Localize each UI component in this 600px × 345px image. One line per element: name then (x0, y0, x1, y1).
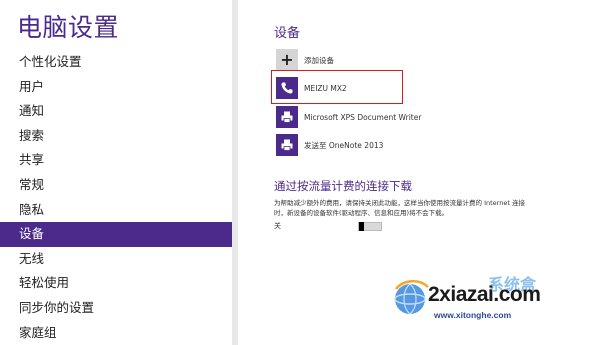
sidebar: 电脑设置 个性化设置 用户 通知 搜索 共享 常规 隐私 设备 无线 轻松使用 … (0, 0, 232, 345)
add-device-button[interactable]: + 添加设备 (276, 46, 334, 74)
printer-icon (276, 134, 298, 156)
sidebar-item-sync-settings[interactable]: 同步你的设置 (0, 296, 232, 321)
device-label: MEIZU MX2 (304, 83, 347, 93)
nav-list: 个性化设置 用户 通知 搜索 共享 常规 隐私 设备 无线 轻松使用 同步你的设… (0, 50, 232, 345)
device-label: Microsoft XPS Document Writer (304, 112, 422, 122)
toggle-state-label: 关 (274, 222, 281, 230)
sidebar-item-privacy[interactable]: 隐私 (0, 198, 232, 223)
sidebar-item-ease-of-access[interactable]: 轻松使用 (0, 271, 232, 296)
metered-connection-description: 为帮助减少额外的费用，请保持关闭此功能，这样当你使用按流量计费的 Interne… (274, 199, 525, 217)
watermark-text: 2xiazai.com (428, 283, 541, 306)
section-title-devices: 设备 (274, 26, 301, 41)
sidebar-item-homegroup[interactable]: 家庭组 (0, 321, 232, 345)
sidebar-item-general[interactable]: 常规 (0, 173, 232, 198)
sidebar-item-users[interactable]: 用户 (0, 75, 232, 100)
metered-download-toggle[interactable] (358, 221, 382, 231)
sidebar-item-search[interactable]: 搜索 (0, 124, 232, 149)
device-label: 发送至 OneNote 2013 (304, 140, 384, 150)
sidebar-item-notifications[interactable]: 通知 (0, 99, 232, 124)
printer-icon (276, 106, 298, 128)
device-item-xps-writer[interactable]: Microsoft XPS Document Writer (276, 103, 421, 131)
device-item-onenote[interactable]: 发送至 OneNote 2013 (276, 131, 383, 159)
sidebar-item-share[interactable]: 共享 (0, 148, 232, 173)
sidebar-item-wireless[interactable]: 无线 (0, 247, 232, 272)
add-device-label: 添加设备 (304, 55, 334, 65)
metered-connection-title: 通过按流量计费的连接下载 (274, 179, 412, 193)
phone-icon (276, 77, 298, 99)
device-item-meizu[interactable]: MEIZU MX2 (276, 74, 347, 102)
page-title: 电脑设置 (17, 13, 120, 42)
plus-icon: + (276, 49, 298, 71)
sidebar-item-personalize[interactable]: 个性化设置 (0, 50, 232, 75)
watermark-url: www.xitonghe.com (434, 310, 512, 320)
watermark-logo: 系统盒 2xiazai.com www.xitonghe.com (390, 271, 590, 331)
metered-toggle-row: 关 (274, 221, 382, 231)
toggle-knob (359, 221, 364, 231)
sidebar-item-devices[interactable]: 设备 (0, 222, 232, 247)
